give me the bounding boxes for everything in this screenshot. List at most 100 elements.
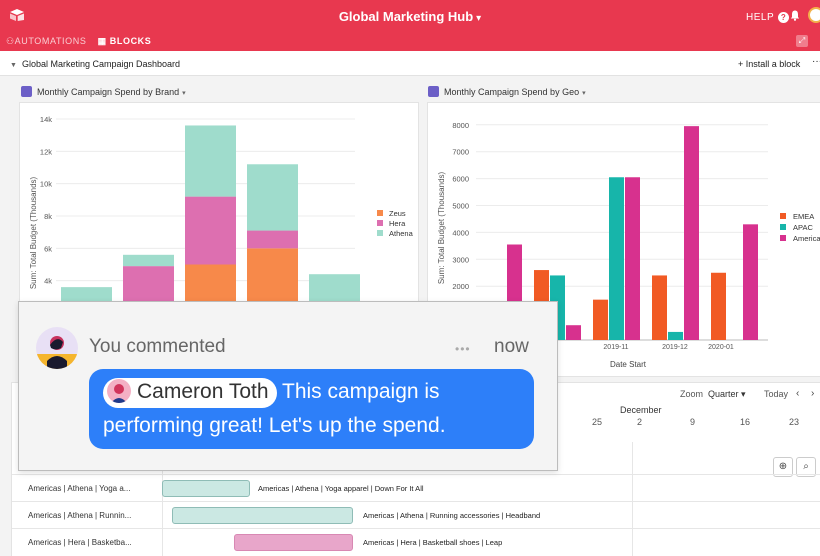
y-axis-label: Sum: Total Budget (Thousands) (437, 171, 446, 284)
y-tick-label: 4k (44, 277, 52, 286)
tab-automations[interactable]: ⚇AUTOMATIONS (6, 36, 86, 46)
legend-swatch (780, 224, 786, 230)
legend-swatch (780, 213, 786, 219)
y-tick-label: 6000 (452, 175, 469, 184)
y-tick-label: 14k (40, 115, 52, 124)
bar (566, 325, 581, 340)
prev-arrow-icon[interactable]: ‹ (796, 388, 799, 399)
y-tick-label: 4000 (452, 228, 469, 237)
tab-blocks[interactable]: ▦ BLOCKS (98, 36, 152, 46)
fullscreen-icon[interactable]: ⤢ (796, 35, 808, 47)
person-illustration-icon (36, 336, 78, 369)
y-tick-label: 12k (40, 147, 52, 156)
y-tick-label: 10k (40, 180, 52, 189)
timeline-row[interactable]: Americas | Athena | Yoga a... Americas |… (12, 474, 820, 501)
y-tick-label: 6k (44, 244, 52, 253)
bar (668, 331, 683, 340)
x-axis-label: Date Start (610, 360, 647, 369)
timeline-day: 16 (740, 417, 751, 427)
y-tick-label: 7000 (452, 148, 469, 157)
timeline-event-label: Americas | Athena | Running accessories … (363, 511, 541, 520)
legend-label: Hera (389, 219, 406, 228)
today-button[interactable]: Today (764, 389, 788, 399)
blocks-icon: ▦ (97, 36, 110, 46)
zoom-label: Zoom (680, 389, 704, 399)
timeline-row[interactable]: Americas | Athena | Runnin... Americas |… (12, 501, 820, 528)
zoom-select[interactable]: Quarter ▾ (708, 389, 746, 399)
timeline-day: 2 (637, 417, 643, 427)
tab-blocks-label: BLOCKS (109, 36, 152, 46)
bar (743, 224, 758, 340)
bar-segment (185, 125, 236, 197)
bar (652, 275, 667, 340)
comment-bubble: Cameron Toth This campaign is performing… (89, 369, 534, 449)
bar (593, 299, 608, 340)
chevron-down-icon[interactable]: ▾ (582, 90, 586, 97)
more-dots-icon[interactable]: ••• (455, 342, 471, 356)
timeline-day: 9 (690, 417, 696, 427)
y-tick-label: 5000 (452, 202, 469, 211)
chevron-down-icon[interactable]: ▾ (476, 13, 481, 24)
y-tick-label: 8k (44, 212, 52, 221)
dashboard-name: Global Marketing Campaign Dashboard (21, 59, 181, 69)
brand-chart-title: Monthly Campaign Spend by Brand (37, 87, 180, 97)
commenter-avatar (36, 327, 78, 369)
y-tick-label: 3000 (452, 255, 469, 264)
help-icon[interactable]: ? (778, 12, 790, 23)
brand-chart-block-title[interactable]: Monthly Campaign Spend by Brand ▾ (21, 86, 186, 97)
bar-segment (185, 196, 236, 265)
more-options-icon[interactable]: ··· (812, 56, 820, 67)
comment-notification[interactable]: You commented ••• now Cameron Toth This … (18, 301, 558, 471)
timeline-event-label: Americas | Hera | Basketball shoes | Lea… (363, 538, 503, 547)
bar-segment (247, 164, 298, 231)
chart-block-icon (428, 86, 439, 97)
legend-label: Americas (793, 234, 820, 243)
base-title-text[interactable]: Global Marketing Hub (339, 9, 473, 24)
timeline-event-label: Americas | Athena | Yoga apparel | Down … (258, 484, 424, 493)
help-label[interactable]: HELP (746, 12, 774, 23)
timeline-event-bar[interactable] (234, 534, 353, 551)
y-axis-label: Sum: Total Budget (Thousands) (29, 176, 38, 289)
collapse-triangle-icon[interactable]: ▼ (10, 62, 17, 69)
timeline-row[interactable]: Americas | Hera | Basketba... Americas |… (12, 528, 820, 555)
timeline-day: 23 (789, 417, 800, 427)
next-arrow-icon[interactable]: › (811, 388, 814, 399)
bar-segment (247, 230, 298, 249)
legend-label: EMEA (793, 212, 814, 221)
bar (609, 177, 624, 340)
bar-segment (123, 254, 174, 267)
legend-label: Zeus (389, 209, 406, 218)
bar (625, 177, 640, 340)
comment-time: now (494, 336, 529, 357)
x-tick-label: 2020-01 (708, 344, 734, 351)
timeline-event-bar[interactable] (162, 480, 250, 497)
install-block-button[interactable]: + Install a block (738, 59, 800, 69)
legend-swatch (377, 220, 383, 226)
bar (711, 272, 726, 340)
y-tick-label: 2000 (452, 282, 469, 291)
dashboard-title[interactable]: ▼ Global Marketing Campaign Dashboard (10, 59, 180, 69)
base-title[interactable]: Global Marketing Hub ▾ (0, 9, 820, 24)
notification-bell-icon[interactable] (790, 10, 800, 24)
mention-avatar (107, 379, 131, 403)
chart-block-icon (21, 86, 32, 97)
chevron-down-icon[interactable]: ▾ (182, 90, 186, 97)
legend-swatch (377, 230, 383, 236)
geo-chart-block-title[interactable]: Monthly Campaign Spend by Geo ▾ (428, 86, 586, 97)
user-avatar[interactable] (808, 7, 820, 23)
x-tick-label: 2019-12 (662, 344, 688, 351)
legend-swatch (377, 210, 383, 216)
zoom-control[interactable]: Zoom Quarter ▾ (680, 389, 746, 400)
tab-automations-label: AUTOMATIONS (14, 36, 87, 46)
timeline-month: December (620, 405, 662, 415)
comment-author: You commented (89, 336, 226, 357)
app-header: Global Marketing Hub ▾ HELP? ⚇AUTOMATIONS… (0, 0, 820, 51)
timeline-event-bar[interactable] (172, 507, 353, 524)
legend-swatch (780, 235, 786, 241)
user-mention[interactable]: Cameron Toth (103, 378, 277, 408)
legend-label: Athena (389, 229, 414, 238)
timeline-row-label: Americas | Athena | Yoga a... (28, 484, 131, 493)
timeline-row-label: Americas | Athena | Runnin... (28, 511, 132, 520)
timeline-row-label: Americas | Hera | Basketba... (28, 538, 132, 547)
help-button[interactable]: HELP? (746, 12, 790, 23)
